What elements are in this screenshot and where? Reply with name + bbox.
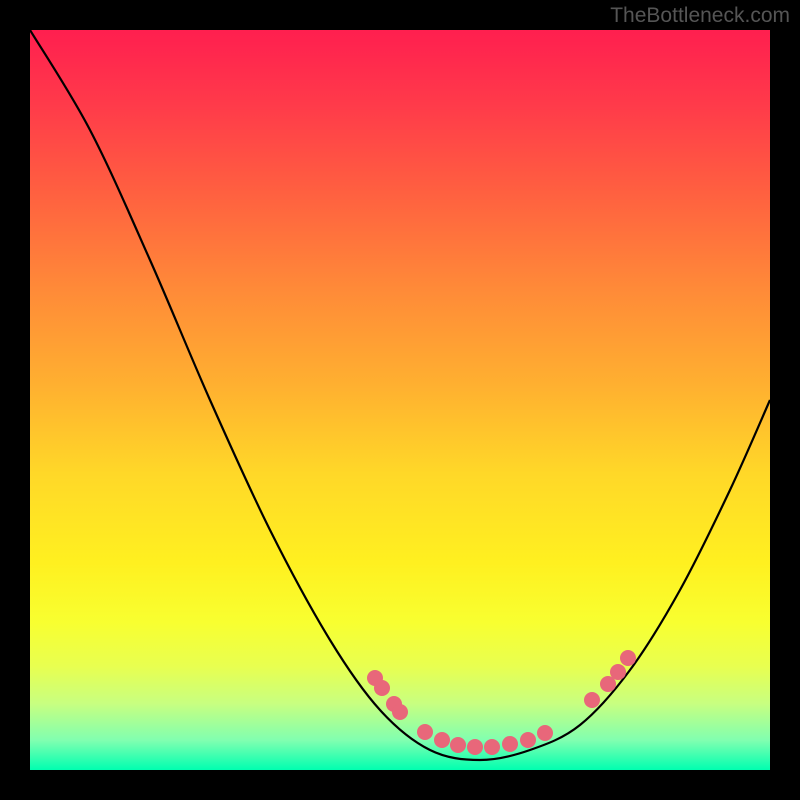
chart-marker — [434, 732, 450, 748]
chart-marker — [537, 725, 553, 741]
bottleneck-curve-line — [30, 30, 770, 760]
chart-marker — [386, 696, 402, 712]
chart-marker — [467, 739, 483, 755]
chart-marker — [584, 692, 600, 708]
chart-marker — [484, 739, 500, 755]
watermark-text: TheBottleneck.com — [610, 4, 790, 28]
chart-markers — [367, 650, 636, 755]
chart-marker — [450, 737, 466, 753]
chart-svg — [30, 30, 770, 770]
chart-marker — [610, 664, 626, 680]
chart-marker — [417, 724, 433, 740]
chart-marker — [367, 670, 383, 686]
chart-marker — [374, 680, 390, 696]
chart-marker — [502, 736, 518, 752]
chart-marker — [620, 650, 636, 666]
chart-plot-area — [30, 30, 770, 770]
chart-marker — [392, 704, 408, 720]
chart-marker — [520, 732, 536, 748]
chart-marker — [600, 676, 616, 692]
